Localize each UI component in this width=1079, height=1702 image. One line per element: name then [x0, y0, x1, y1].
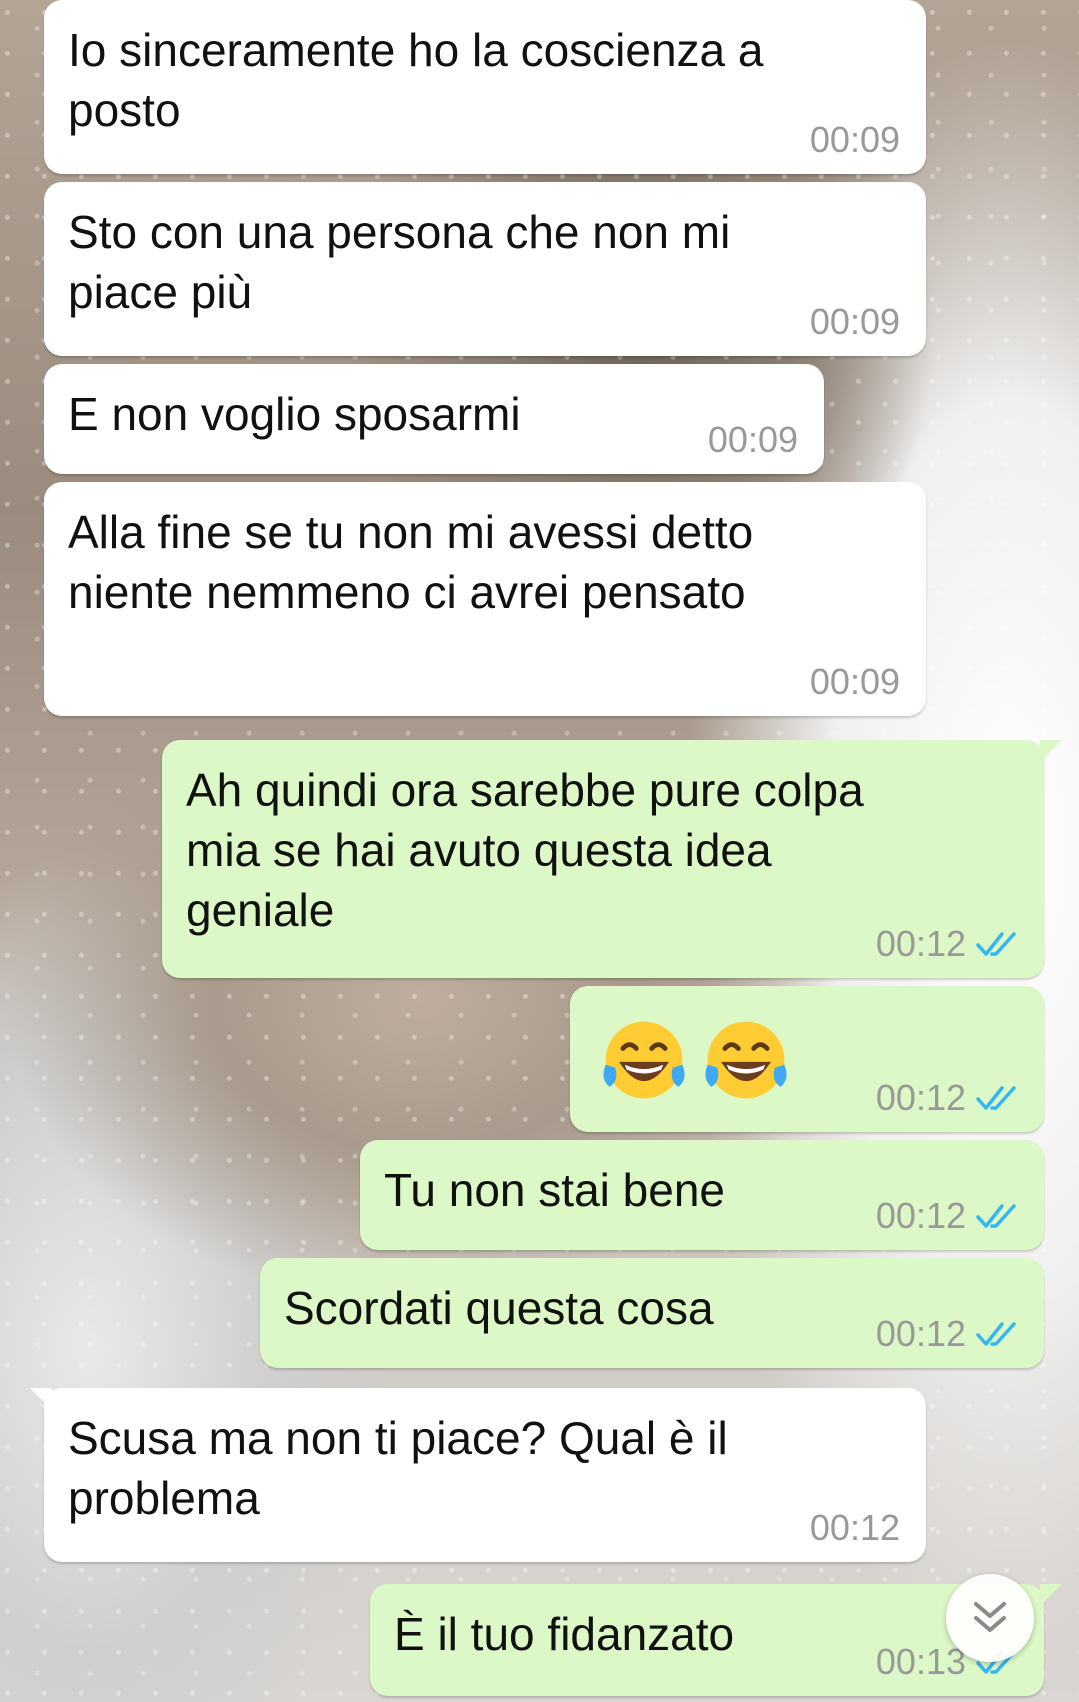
- bubble-tail: [1040, 1584, 1062, 1606]
- double-check-icon: [976, 1322, 1016, 1346]
- bubble-tail: [1040, 740, 1062, 762]
- message-time: 00:09: [809, 661, 900, 702]
- message-text: Tu non stai bene: [384, 1164, 725, 1216]
- message-incoming[interactable]: Sto con una persona che non mi piace più…: [44, 182, 926, 356]
- face-with-tears-of-joy-icon: [603, 1021, 685, 1099]
- message-text: Io sinceramente ho la coscienza a posto: [68, 24, 764, 136]
- message-time: 00:12: [875, 1313, 966, 1354]
- message-outgoing[interactable]: È il tuo fidanzato 00:13: [370, 1584, 1062, 1696]
- chat-message-list[interactable]: Io sinceramente ho la coscienza a posto …: [0, 0, 1079, 1702]
- message-incoming[interactable]: Scusa ma non ti piace? Qual è il problem…: [30, 1388, 926, 1562]
- double-check-icon: [976, 1204, 1016, 1228]
- message-time: 00:13: [875, 1641, 966, 1682]
- double-check-icon: [976, 1086, 1016, 1110]
- message-text: Sto con una persona che non mi piace più: [68, 206, 731, 318]
- message-time: 00:09: [809, 301, 900, 342]
- scroll-to-bottom-button[interactable]: [946, 1574, 1034, 1662]
- message-text: Ah quindi ora sarebbe pure colpa mia se …: [186, 764, 864, 936]
- message-time: 00:12: [875, 923, 966, 964]
- message-time: 00:12: [875, 1195, 966, 1236]
- message-time: 00:09: [707, 419, 798, 460]
- message-text: E non voglio sposarmi: [68, 388, 521, 440]
- face-with-tears-of-joy-icon: [705, 1021, 787, 1099]
- message-incoming[interactable]: Io sinceramente ho la coscienza a posto …: [44, 0, 926, 174]
- message-text: Alla fine se tu non mi avessi detto nien…: [68, 506, 754, 618]
- chevron-double-down-icon: [974, 1602, 1006, 1632]
- double-check-icon: [976, 932, 1016, 956]
- message-time: 00:12: [875, 1077, 966, 1118]
- message-text: Scusa ma non ti piace? Qual è il problem…: [68, 1412, 728, 1524]
- message-outgoing[interactable]: 00:12: [570, 986, 1044, 1132]
- emoji-message: [596, 1012, 794, 1108]
- message-text: È il tuo fidanzato: [394, 1608, 735, 1660]
- message-time: 00:12: [809, 1507, 900, 1548]
- message-time: 00:09: [809, 119, 900, 160]
- message-incoming[interactable]: E non voglio sposarmi 00:09: [44, 364, 824, 474]
- message-outgoing[interactable]: Scordati questa cosa 00:12: [260, 1258, 1044, 1368]
- message-outgoing[interactable]: Tu non stai bene 00:12: [360, 1140, 1044, 1250]
- message-incoming[interactable]: Alla fine se tu non mi avessi detto nien…: [44, 482, 926, 716]
- message-text: Scordati questa cosa: [284, 1282, 714, 1334]
- bubble-tail: [30, 1388, 52, 1410]
- message-outgoing[interactable]: Ah quindi ora sarebbe pure colpa mia se …: [162, 740, 1062, 978]
